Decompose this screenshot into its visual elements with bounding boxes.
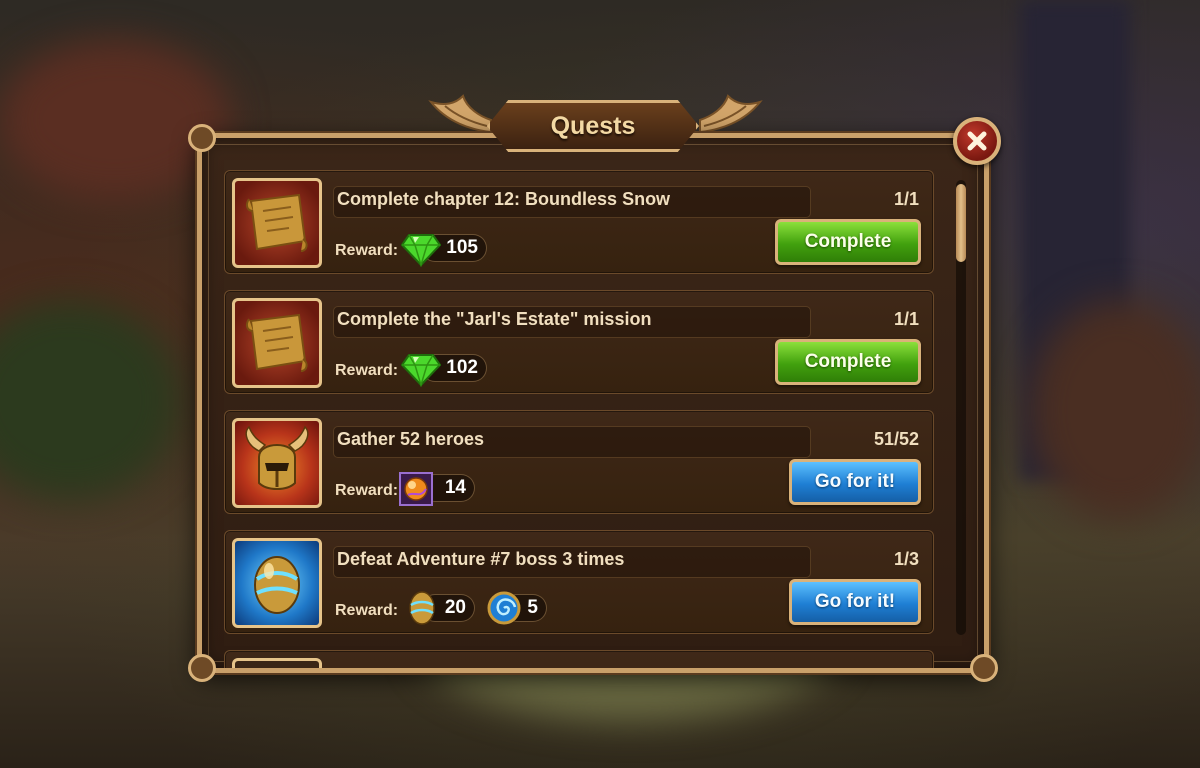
quest-progress: 1/3 <box>893 549 919 569</box>
complete-button[interactable]: Complete <box>775 339 921 385</box>
quest-row: Gather 52 heroes 51/52 Reward: 14 Go for… <box>224 410 934 514</box>
golden-egg-icon <box>232 538 322 628</box>
reward-label: Reward: <box>335 602 399 619</box>
scroll-map-icon <box>232 298 322 388</box>
complete-button[interactable]: Complete <box>775 219 921 265</box>
quest-title: Defeat Adventure #7 boss 3 times <box>337 549 625 569</box>
golden-egg-icon <box>409 591 435 625</box>
quest-row-partial <box>224 650 934 668</box>
complete-button-label: Complete <box>804 231 892 252</box>
quest-icon-partial <box>232 658 322 668</box>
go-for-it-button[interactable]: Go for it! <box>789 459 921 505</box>
quest-progress: 51/52 <box>873 429 919 449</box>
game-screen: Quests Complete chapter 12: Boundless Sn… <box>0 0 1200 768</box>
background-house <box>1030 300 1200 520</box>
emerald-gem-icon <box>401 234 441 267</box>
quest-title: Complete chapter 12: Boundless Snow <box>337 189 671 209</box>
quest-row: Defeat Adventure #7 boss 3 times 1/3 Rew… <box>224 530 934 634</box>
left-wing-ornament <box>428 94 492 134</box>
quest-row: Complete the "Jarl's Estate" mission 1/1… <box>224 290 934 394</box>
quest-progress: 1/1 <box>893 309 919 329</box>
dialog-title: Quests <box>550 111 636 140</box>
blue-swirl-icon <box>487 591 521 625</box>
winged-helmet-icon <box>232 418 322 508</box>
corner-ornament <box>188 654 216 682</box>
reward-amount: 20 <box>444 597 466 618</box>
reward-amount: 105 <box>446 237 478 258</box>
right-wing-ornament <box>699 94 763 134</box>
quest-progress: 1/1 <box>893 189 919 209</box>
go-for-it-button[interactable]: Go for it! <box>789 579 921 625</box>
close-x-icon <box>967 131 987 151</box>
scrollbar-thumb[interactable] <box>956 184 966 262</box>
reward-amount: 14 <box>444 477 466 498</box>
corner-ornament <box>188 124 216 152</box>
dialog-title-plate: Quests <box>487 100 699 152</box>
corner-ornament <box>970 654 998 682</box>
energy-orb-icon <box>399 472 433 506</box>
background-building <box>0 40 230 200</box>
scroll-map-icon <box>232 178 322 268</box>
emerald-gem-icon <box>401 354 441 387</box>
reward-label: Reward: <box>335 242 399 259</box>
quest-row: Complete chapter 12: Boundless Snow 1/1 … <box>224 170 934 274</box>
reward-label: Reward: <box>335 482 399 499</box>
reward-amount: 5 <box>527 597 538 618</box>
close-button[interactable] <box>953 117 1001 165</box>
scrollbar[interactable] <box>956 180 966 635</box>
reward-label: Reward: <box>335 362 399 379</box>
go-for-it-button-label: Go for it! <box>814 591 896 612</box>
go-for-it-button-label: Go for it! <box>814 471 896 492</box>
quest-title: Gather 52 heroes <box>337 429 485 449</box>
complete-button-label: Complete <box>804 351 892 372</box>
background-foliage <box>0 300 180 500</box>
quest-title: Complete the "Jarl's Estate" mission <box>337 309 652 329</box>
quest-list[interactable]: Complete chapter 12: Boundless Snow 1/1 … <box>224 168 936 668</box>
reward-amount: 102 <box>446 357 478 378</box>
